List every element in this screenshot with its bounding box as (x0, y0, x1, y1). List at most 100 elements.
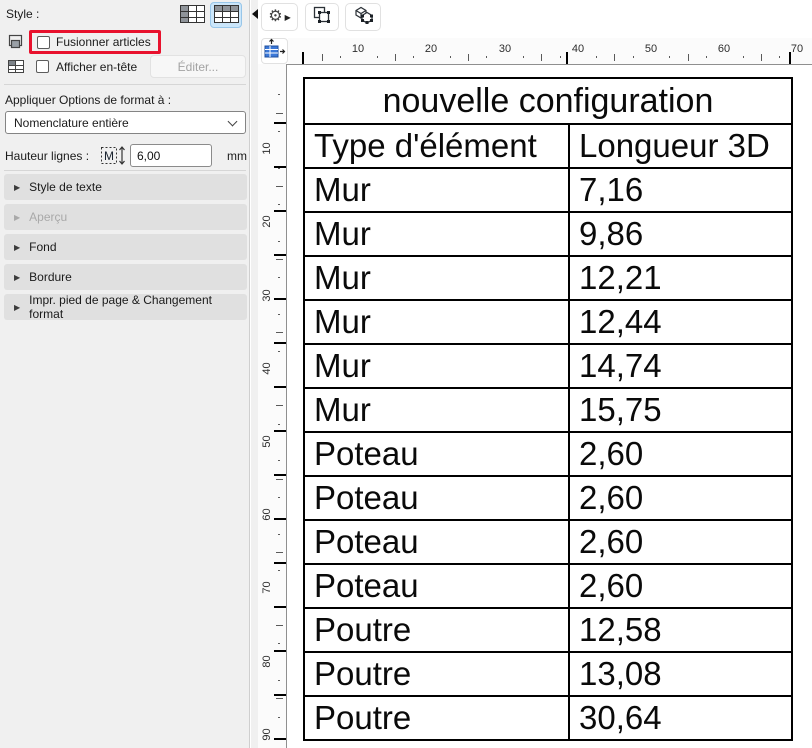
format-scope-dropdown[interactable]: Nomenclature entière (5, 111, 246, 134)
cell-length-3d[interactable]: 12,58 (568, 609, 791, 651)
column-header-type[interactable]: Type d'élément (305, 125, 568, 167)
ruler-label: 60 (260, 508, 273, 521)
cell-element-type[interactable]: Mur (305, 301, 568, 343)
ruler-label: 30 (498, 43, 512, 55)
chevron-down-icon (227, 116, 238, 127)
ruler-label: 40 (571, 43, 585, 55)
cell-element-type[interactable]: Mur (305, 345, 568, 387)
accordion-section-label: Aperçu (29, 210, 68, 224)
cell-element-type[interactable]: Poutre (305, 697, 568, 739)
table-row: Mur 12,44 (305, 299, 791, 343)
table-row: Mur 7,16 (305, 167, 791, 211)
show-header-icon (8, 59, 24, 76)
accordion-section-label: Impr. pied de page & Changement format (29, 293, 212, 321)
table-row: Poteau 2,60 (305, 563, 791, 607)
row-height-label: Hauteur lignes : (5, 149, 90, 163)
row-height-unit: mm (227, 149, 247, 163)
ruler-label: 40 (260, 362, 273, 375)
cell-element-type[interactable]: Poteau (305, 433, 568, 475)
cell-element-type[interactable]: Mur (305, 169, 568, 211)
panel-divider (4, 84, 246, 85)
svg-text:M: M (104, 149, 114, 163)
cell-length-3d[interactable]: 14,74 (568, 345, 791, 387)
ruler-label: 10 (260, 142, 273, 155)
merge-items-label: Fusionner articles (56, 35, 151, 49)
cell-length-3d[interactable]: 15,75 (568, 389, 791, 431)
panel-splitter[interactable] (251, 0, 258, 748)
cell-element-type[interactable]: Mur (305, 213, 568, 255)
table-row: Mur 12,21 (305, 255, 791, 299)
style-label: Style : (6, 7, 40, 21)
table-row: Poteau 2,60 (305, 431, 791, 475)
show-header-checkbox[interactable] (36, 60, 49, 73)
accordion-section-header[interactable]: ▶ Bordure (4, 264, 247, 290)
triangle-right-icon: ▶ (14, 212, 21, 222)
style-button-column-accent[interactable] (176, 2, 208, 28)
annotation-highlight: Fusionner articles (29, 30, 161, 54)
schedule-format-panel: Style : Fusionner articles Afficher en-t… (0, 0, 250, 748)
show-header-label: Afficher en-tête (56, 60, 138, 74)
table-resize-origin-button[interactable] (261, 38, 288, 64)
table-row: Poteau 2,60 (305, 519, 791, 563)
accordion-section-label: Bordure (29, 270, 72, 284)
cell-length-3d[interactable]: 2,60 (568, 433, 791, 475)
ruler-label: 20 (260, 215, 273, 228)
marquee-2d-button[interactable] (305, 3, 339, 31)
row-height-input[interactable] (130, 144, 212, 167)
panel-collapse-icon[interactable] (252, 9, 258, 19)
settings-button[interactable]: ⚙ ▶ (261, 3, 298, 31)
cell-length-3d[interactable]: 12,21 (568, 257, 791, 299)
table-row: Poteau 2,60 (305, 475, 791, 519)
column-header-length[interactable]: Longueur 3D (568, 125, 791, 167)
triangle-right-icon: ▶ (14, 242, 21, 252)
style-button-header-accent[interactable] (210, 2, 242, 28)
marquee-3d-icon (353, 6, 373, 29)
table-row: Poutre 30,64 (305, 695, 791, 739)
cell-element-type[interactable]: Mur (305, 257, 568, 299)
accordion-section-header[interactable]: ▶ Style de texte (4, 174, 247, 200)
cell-element-type[interactable]: Poutre (305, 609, 568, 651)
apply-format-label: Appliquer Options de format à : (5, 93, 172, 107)
table-style-header-accent-icon (213, 4, 239, 26)
cell-element-type[interactable]: Mur (305, 389, 568, 431)
accordion-section-header[interactable]: ▶ Impr. pied de page & Changement format (4, 293, 247, 321)
table-resize-origin-icon (263, 38, 287, 65)
ruler-label: 50 (644, 43, 658, 55)
accordion-section-header[interactable]: ▶ Aperçu (4, 204, 247, 230)
schedule-title-cell[interactable]: nouvelle configuration (305, 79, 791, 123)
cell-length-3d[interactable]: 2,60 (568, 477, 791, 519)
table-row: Mur 14,74 (305, 343, 791, 387)
cell-length-3d[interactable]: 7,16 (568, 169, 791, 211)
accordion-section-label: Style de texte (29, 180, 102, 194)
schedule-table: nouvelle configuration Type d'élément Lo… (303, 77, 793, 741)
cell-element-type[interactable]: Poutre (305, 653, 568, 695)
cell-length-3d[interactable]: 2,60 (568, 565, 791, 607)
cell-length-3d[interactable]: 30,64 (568, 697, 791, 739)
cell-length-3d[interactable]: 13,08 (568, 653, 791, 695)
table-style-column-accent-icon (179, 4, 205, 26)
schedule-canvas[interactable]: nouvelle configuration Type d'élément Lo… (286, 64, 812, 748)
marquee-3d-button[interactable] (345, 3, 381, 31)
accordion-section-header[interactable]: ▶ Fond (4, 234, 247, 260)
cell-element-type[interactable]: Poteau (305, 521, 568, 563)
dropdown-arrow-icon: ▶ (284, 12, 291, 22)
table-row: Poutre 13,08 (305, 651, 791, 695)
settings-gear-icon: ⚙ (268, 8, 283, 25)
ruler-label: 20 (424, 43, 438, 55)
panel-divider (4, 170, 246, 171)
edit-button[interactable]: Éditer... (150, 55, 246, 78)
format-scope-value: Nomenclature entière (14, 115, 129, 130)
ruler-label: 90 (260, 728, 273, 741)
cell-length-3d[interactable]: 2,60 (568, 521, 791, 563)
triangle-right-icon: ▶ (14, 272, 21, 282)
table-row: Mur 9,86 (305, 211, 791, 255)
horizontal-ruler: 10 20 30 40 50 60 70 (288, 38, 812, 64)
cell-length-3d[interactable]: 12,44 (568, 301, 791, 343)
ruler-label: 10 (351, 43, 365, 55)
marquee-2d-icon (313, 6, 331, 29)
cell-length-3d[interactable]: 9,86 (568, 213, 791, 255)
merge-items-icon (8, 34, 24, 53)
merge-items-checkbox[interactable] (37, 35, 50, 49)
cell-element-type[interactable]: Poteau (305, 477, 568, 519)
cell-element-type[interactable]: Poteau (305, 565, 568, 607)
